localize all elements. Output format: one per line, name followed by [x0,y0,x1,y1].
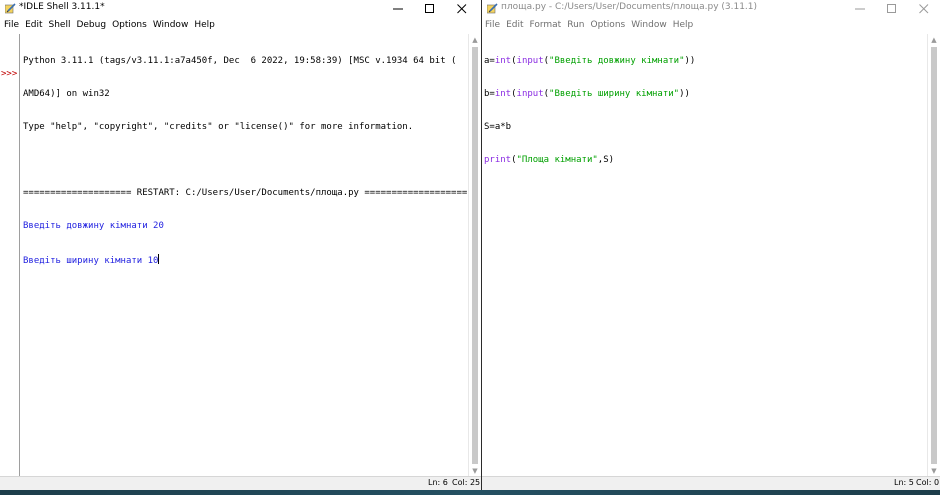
string-token: "Введіть ширину кімнати" [549,89,680,99]
code-line: print("Площа кімнати",S) [484,155,926,166]
editor-menu-run[interactable]: Run [564,18,587,30]
maximize-icon [425,4,434,13]
editor-window-title: площа.py - C:/Users/User/Documents/площа… [501,2,758,12]
close-icon [919,4,929,14]
shell-restart-line: ==================== RESTART: C:/Users/U… [23,188,467,198]
minimize-icon [393,8,403,10]
string-token: "Площа кімнати" [516,155,598,165]
desktop-taskbar-strip [0,490,940,495]
close-icon [457,4,467,14]
editor-menu-window[interactable]: Window [628,18,670,30]
code-line: S=a*b [484,122,512,132]
editor-menu-format[interactable]: Format [527,18,565,30]
shell-scroll-thumb[interactable] [472,47,478,464]
shell-text-area[interactable]: Python 3.11.1 (tags/v3.11.1:a7a450f, Dec… [23,34,467,477]
shell-menu-debug[interactable]: Debug [73,18,109,30]
builtin-token: input [516,56,544,66]
builtin-token: int [494,89,512,99]
code-token: )) [684,56,696,66]
builtin-token: int [494,56,512,66]
shell-menubar: File Edit Shell Debug Options Window Help [0,18,481,34]
editor-vertical-scrollbar[interactable]: ▲ ▼ [927,34,940,477]
string-token: "Введіть довжину кімнати" [549,56,685,66]
shell-maximize-button[interactable] [414,0,446,18]
text-cursor [158,254,160,264]
editor-status-bar: Ln: 5 Col: 0 [482,476,940,490]
scroll-up-arrow-icon[interactable]: ▲ [469,34,481,46]
maximize-icon [887,4,896,13]
shell-column-number: Col: 25 [452,478,481,487]
shell-output-line: AMD64)] on win32 [23,89,110,99]
idle-editor-window: площа.py - C:/Users/User/Documents/площа… [482,0,940,490]
editor-code-area[interactable]: a=int(input("Введіть довжину кімнати")) … [484,34,926,477]
code-line: a=int(input("Введіть довжину кімнати")) [484,56,926,67]
editor-menu-options[interactable]: Options [587,18,628,30]
builtin-token: input [516,89,544,99]
idle-app-icon [487,3,498,14]
shell-window-title: *IDLE Shell 3.11.1* [19,2,105,12]
editor-scroll-thumb[interactable] [931,47,937,464]
editor-minimize-button[interactable] [844,0,876,18]
shell-vertical-scrollbar[interactable]: ▲ ▼ [468,34,481,477]
code-token: )) [679,89,690,99]
editor-menu-help[interactable]: Help [670,18,697,30]
shell-menu-edit[interactable]: Edit [22,18,45,30]
editor-line-number: Ln: 5 [894,478,914,487]
shell-close-button[interactable] [446,0,478,18]
editor-maximize-button[interactable] [876,0,908,18]
editor-menu-file[interactable]: File [482,18,503,30]
shell-menu-window[interactable]: Window [150,18,192,30]
editor-close-button[interactable] [908,0,940,18]
shell-minimize-button[interactable] [382,0,414,18]
editor-menubar: File Edit Format Run Options Window Help [482,18,940,34]
shell-line-number: Ln: 6 [428,478,448,487]
code-token: b= [484,89,495,99]
shell-input-prompt-line: Введіть довжину кімнати 20 [23,221,164,231]
shell-menu-help[interactable]: Help [191,18,218,30]
shell-current-input: Введіть ширину кімнати 10 [23,256,159,266]
shell-output-line: Type "help", "copyright", "credits" or "… [23,122,414,132]
scroll-up-arrow-icon[interactable]: ▲ [928,34,940,46]
editor-titlebar[interactable]: площа.py - C:/Users/User/Documents/площа… [482,0,940,18]
idle-app-icon [5,3,16,14]
builtin-token: print [484,155,512,165]
shell-output-line [23,155,467,166]
shell-prompt-gutter [0,34,20,477]
shell-prompt: >>> [1,69,18,79]
shell-menu-shell[interactable]: Shell [46,18,74,30]
shell-status-bar: Ln: 6 Col: 25 [0,476,481,490]
code-line: b=int(input("Введіть ширину кімнати")) [484,89,926,100]
code-token: ,S) [597,155,615,165]
code-token: a= [484,56,495,66]
shell-output-line: Python 3.11.1 (tags/v3.11.1:a7a450f, Dec… [23,56,457,66]
editor-menu-edit[interactable]: Edit [503,18,526,30]
editor-column-number: Col: 0 [916,478,940,487]
shell-menu-file[interactable]: File [1,18,22,30]
idle-shell-window: *IDLE Shell 3.11.1* File Edit Shell Debug Op… [0,0,481,490]
minimize-icon [855,8,865,10]
shell-titlebar[interactable]: *IDLE Shell 3.11.1* [0,0,481,18]
shell-input-prompt-line: Введіть ширину кімнати 10 [23,254,467,266]
shell-menu-options[interactable]: Options [109,18,150,30]
